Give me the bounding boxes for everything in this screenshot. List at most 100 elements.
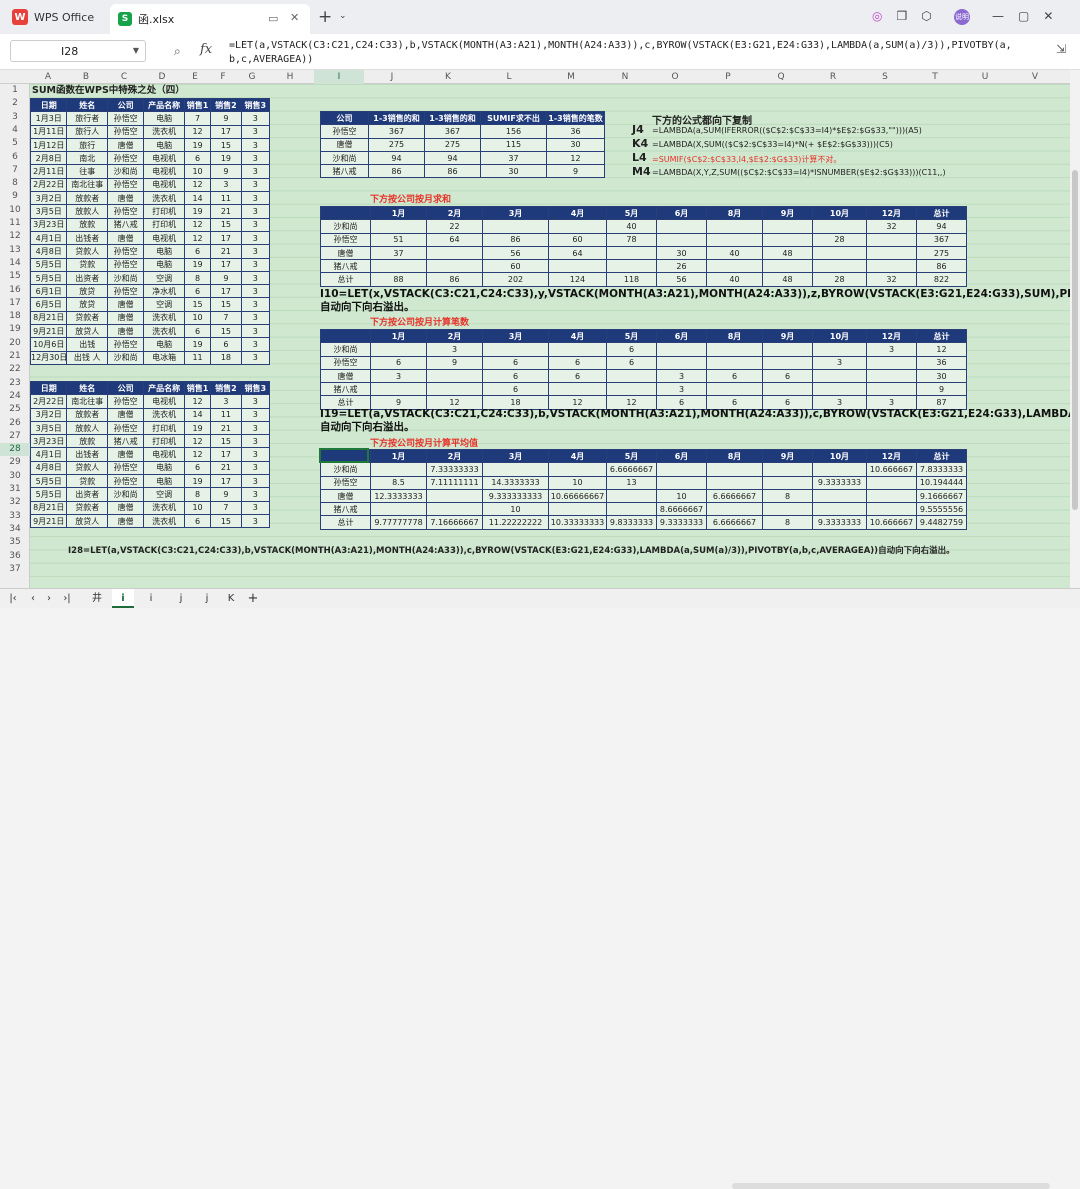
table-cell[interactable]: [812, 342, 867, 357]
row-header[interactable]: 34: [0, 523, 30, 536]
row-header[interactable]: 37: [0, 563, 30, 576]
summary-table[interactable]: 公司 1-3销售的和 1-3销售的和 SUMIF求不出 1-3销售的笔数 孙悟空 367 36…: [320, 110, 605, 179]
table-cell[interactable]: 空调: [143, 487, 185, 502]
table-cell[interactable]: 3: [240, 164, 271, 179]
table-cell[interactable]: [656, 219, 707, 234]
table-cell[interactable]: [812, 245, 867, 261]
table-cell[interactable]: [548, 462, 607, 477]
column-header[interactable]: Q: [756, 70, 806, 84]
table-cell[interactable]: 唐僧: [106, 500, 145, 515]
close-tab-icon[interactable]: ✕: [290, 11, 299, 24]
header-cell[interactable]: 产品名称: [143, 97, 185, 113]
header-cell[interactable]: 产品名称: [143, 380, 185, 396]
table-cell[interactable]: 36: [546, 124, 605, 139]
table-cell[interactable]: 洗衣机: [143, 500, 185, 515]
column-header[interactable]: T: [910, 70, 960, 84]
table-cell[interactable]: 15: [210, 513, 242, 529]
table-cell[interactable]: 放款者: [66, 191, 108, 206]
table-cell[interactable]: 2月11日: [30, 164, 68, 179]
table-cell[interactable]: 沙和尚: [320, 150, 369, 166]
row-header[interactable]: 36: [0, 550, 30, 563]
row-header[interactable]: 13: [0, 244, 30, 257]
table-cell[interactable]: 出钱: [66, 337, 108, 352]
table-cell[interactable]: 6: [183, 513, 212, 529]
header-cell[interactable]: 5月: [606, 328, 657, 344]
table-cell[interactable]: 沙和尚: [320, 342, 371, 357]
table-cell[interactable]: 8.5: [370, 475, 427, 490]
table-cell[interactable]: 9: [210, 164, 242, 179]
scroll-thumb[interactable]: [1072, 170, 1078, 510]
table-cell[interactable]: 电脑: [143, 244, 185, 259]
table-cell[interactable]: 孙悟空: [106, 284, 145, 299]
row-header[interactable]: 10: [0, 204, 30, 217]
table-cell[interactable]: 15: [210, 217, 242, 232]
header-cell[interactable]: 1月: [370, 328, 427, 344]
table-cell[interactable]: 3: [240, 460, 271, 476]
table-cell[interactable]: 32: [866, 272, 917, 287]
table-cell[interactable]: 6: [606, 355, 657, 370]
table-cell[interactable]: 60: [548, 232, 607, 247]
table-cell[interactable]: 32: [866, 219, 917, 234]
table-cell[interactable]: 3: [240, 217, 271, 232]
header-cell[interactable]: 4月: [548, 448, 607, 464]
table-cell[interactable]: 3: [240, 420, 271, 436]
last-sheet-icon[interactable]: ›|: [60, 589, 74, 608]
table-cell[interactable]: [812, 462, 867, 477]
header-cell[interactable]: 销售3: [240, 97, 271, 113]
table-cell[interactable]: 出资者: [66, 270, 108, 286]
table-cell[interactable]: 3: [240, 310, 271, 326]
table-cell[interactable]: [762, 355, 813, 370]
table-cell[interactable]: 9: [546, 164, 605, 179]
header-cell[interactable]: 4月: [548, 205, 607, 221]
table-cell[interactable]: 12: [183, 394, 212, 409]
table-cell[interactable]: 56: [482, 245, 549, 261]
table-cell[interactable]: 沙和尚: [320, 462, 371, 477]
table-cell[interactable]: 唐僧: [106, 297, 145, 312]
table-cell[interactable]: 唐僧: [320, 245, 371, 261]
table-cell[interactable]: 6: [706, 368, 763, 384]
table-cell[interactable]: 电视机: [143, 230, 185, 246]
table-cell[interactable]: 6: [482, 382, 549, 397]
table-cell[interactable]: 贷款者: [66, 500, 108, 515]
table-cell[interactable]: 唐僧: [320, 137, 369, 152]
table-cell[interactable]: 2月22日: [30, 177, 68, 193]
prev-sheet-icon[interactable]: ‹: [28, 589, 38, 608]
table-cell[interactable]: 3: [240, 474, 271, 489]
table-cell[interactable]: [812, 488, 867, 504]
function-icon[interactable]: fx: [200, 42, 212, 57]
table-cell[interactable]: 唐僧: [106, 513, 145, 529]
table-cell[interactable]: 3月23日: [30, 217, 68, 232]
table-cell[interactable]: [866, 232, 917, 247]
table-cell[interactable]: [426, 502, 483, 517]
table-cell[interactable]: 3: [240, 394, 271, 409]
table-cell[interactable]: 6: [548, 355, 607, 370]
header-cell[interactable]: 总计: [916, 448, 967, 464]
column-header[interactable]: G: [238, 70, 266, 84]
table-cell[interactable]: 6月1日: [30, 284, 68, 299]
table-cell[interactable]: 10.66666667: [548, 488, 607, 504]
header-cell[interactable]: 3月: [482, 205, 549, 221]
table-cell[interactable]: 3: [426, 342, 483, 357]
table-cell[interactable]: 3月23日: [30, 434, 68, 449]
table-cell[interactable]: 打印机: [143, 217, 185, 232]
table-cell[interactable]: 4月1日: [30, 230, 68, 246]
header-cell[interactable]: 日期: [30, 380, 68, 396]
table-cell[interactable]: 孙悟空: [106, 460, 145, 476]
column-header[interactable]: V: [1010, 70, 1060, 84]
table-cell[interactable]: 21: [210, 460, 242, 476]
table-cell[interactable]: 猪八戒: [320, 382, 371, 397]
row-header[interactable]: 29: [0, 456, 30, 469]
note-formula[interactable]: =SUMIF($C$2:$C$33,I4,$E$2:$G$33)计算不对。: [652, 154, 841, 165]
table-cell[interactable]: 3: [240, 124, 271, 139]
table-cell[interactable]: 出资者: [66, 487, 108, 502]
table-cell[interactable]: 12: [183, 230, 212, 246]
table-cell[interactable]: 64: [548, 245, 607, 261]
row-header[interactable]: 4: [0, 124, 30, 137]
table-cell[interactable]: 洗衣机: [143, 407, 185, 422]
header-cell[interactable]: 销售1: [183, 380, 212, 396]
row-header[interactable]: 24: [0, 390, 30, 403]
table-cell[interactable]: 19: [183, 337, 212, 352]
header-cell[interactable]: 总计: [916, 205, 967, 221]
table-cell[interactable]: 出钱者: [66, 447, 108, 462]
cube-icon[interactable]: ⬡: [921, 9, 931, 23]
